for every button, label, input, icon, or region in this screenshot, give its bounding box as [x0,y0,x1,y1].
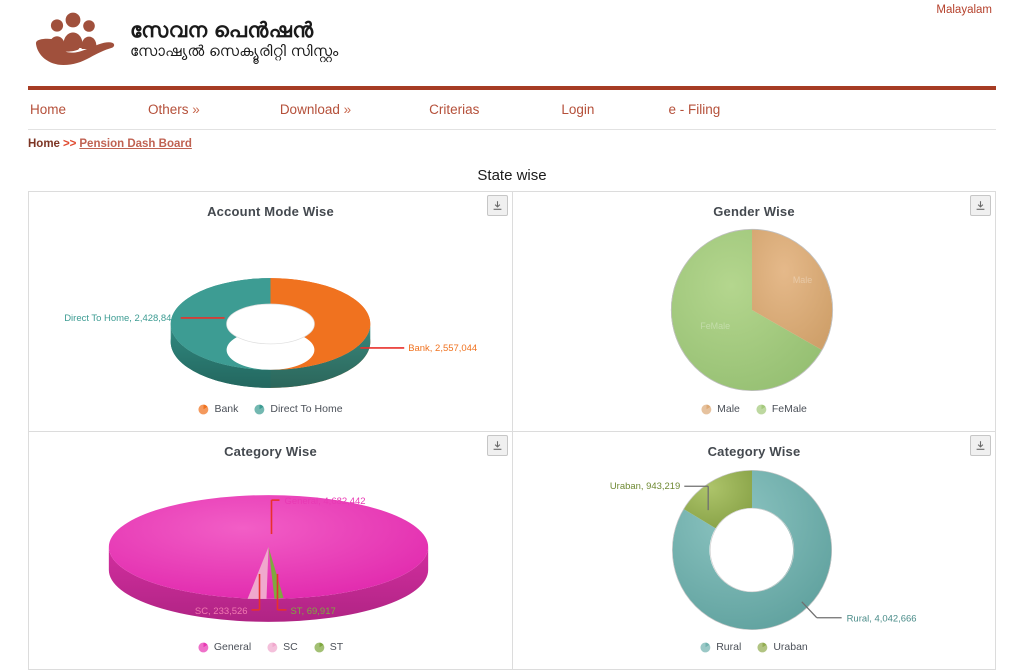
chart-card-category-wise-region: Category Wise Uraban, 943,219 Rural, 4,0… [512,431,996,670]
breadcrumb-current[interactable]: Pension Dash Board [79,138,191,150]
nav-item-login[interactable]: Login [561,102,594,117]
download-export-icon[interactable] [970,435,991,456]
legend-label: Rural [716,641,742,653]
chart-legend: Male FeMale [513,403,995,415]
pension-dashboard-page: Malayalam സേവന പെൻഷൻ സോഷ്യൽ സെക്യൂരിറ്റി… [0,0,1024,670]
breadcrumb-home[interactable]: Home [28,138,60,150]
breadcrumb-separator: >> [62,138,77,150]
download-export-icon[interactable] [487,195,508,216]
legend-item-bank[interactable]: Bank [198,403,238,415]
chart-inner-label: Male [793,275,812,285]
page-title: State wise [477,167,547,184]
legend-item-male[interactable]: Male [701,403,740,415]
chart-plot-area: General, 4,682,442 SC, 233,526 ST, 69,91… [29,462,512,637]
chart-callout-label: ST, 69,917 [290,606,335,617]
chart-title: Account Mode Wise [207,204,334,219]
legend-label: Direct To Home [270,403,343,415]
chart-callout-label: Uraban, 943,219 [610,481,680,492]
chart-card-account-mode-wise: Account Mode Wise Direct To Home, 2,428,… [28,191,512,431]
main-navigation: Home Others » Download » Criterias Login… [28,90,996,130]
legend-item-female[interactable]: FeMale [756,403,807,415]
pie-marker-icon [314,642,325,652]
pie-marker-icon [198,642,209,652]
chart-plot-area: Direct To Home, 2,428,841 Bank, 2,557,04… [29,222,512,397]
nav-item-download[interactable]: Download » [280,102,351,117]
legend-item-general[interactable]: General [198,641,251,653]
legend-label: FeMale [771,403,807,415]
pie-marker-icon [267,642,278,652]
legend-label: General [213,641,252,653]
nav-item-home[interactable]: Home [30,102,66,117]
download-export-icon[interactable] [487,435,508,456]
logo-block[interactable]: സേവന പെൻഷൻ സോഷ്യൽ സെക്യൂരിറ്റി സിസ്റ്റം [30,8,339,70]
chart-callout-label: SC, 233,526 [195,606,248,617]
chart-legend: General SC ST [29,641,512,653]
legend-item-st[interactable]: ST [314,641,343,653]
chevron-right-icon: » [343,102,352,117]
chart-callout-label: Direct To Home, 2,428,841 [64,313,176,324]
chart-title: Category Wise [224,444,317,459]
chart-title: Category Wise [707,444,801,459]
legend-label: SC [283,641,298,653]
pie-marker-icon [701,404,712,414]
download-export-icon[interactable] [970,195,991,216]
legend-label: ST [329,641,344,653]
chart-legend: Rural Uraban [513,641,995,653]
breadcrumb: Home >> Pension Dash Board [28,138,192,150]
hand-holding-people-logo [35,12,115,65]
site-title: സേവന പെൻഷൻ [130,18,314,42]
legend-item-sc[interactable]: SC [267,641,298,653]
legend-label: Male [717,403,740,415]
legend-label: Bank [214,403,239,415]
chart-title: Gender Wise [713,204,795,219]
pie-marker-icon [757,642,768,652]
charts-grid: Account Mode Wise Direct To Home, 2,428,… [28,191,996,670]
chart-plot-area: Uraban, 943,219 Rural, 4,042,666 [513,462,995,637]
legend-item-rural[interactable]: Rural [700,641,741,653]
logo-text-block: സേവന പെൻഷൻ സോഷ്യൽ സെക്യൂരിറ്റി സിസ്റ്റം [130,17,339,61]
chart-plot-area: Male FeMale [513,222,995,397]
nav-item-others[interactable]: Others » [148,102,200,117]
chart-callout-label: Bank, 2,557,044 [408,343,477,354]
chart-inner-label: FeMale [700,321,730,331]
chart-legend: Bank Direct To Home [29,403,512,415]
nav-item-e-filing[interactable]: e - Filing [668,102,720,117]
chart-callout-label: Rural, 4,042,666 [847,614,917,625]
site-subtitle: സോഷ്യൽ സെക്യൂരിറ്റി സിസ്റ്റം [130,43,339,61]
nav-item-criterias[interactable]: Criterias [429,102,479,117]
pie-marker-icon [700,642,711,652]
chart-card-gender-wise: Gender Wise Male FeMale Male FeMale [512,191,996,431]
chart-card-category-wise-social: Category Wise General, 4,682,442 SC, 233… [28,431,512,670]
pie-marker-icon [756,404,767,414]
legend-item-uraban[interactable]: Uraban [757,641,808,653]
pie-marker-icon [198,404,209,414]
chart-callout-label: General, 4,682,442 [284,496,365,507]
pie-marker-icon [254,404,265,414]
chevron-right-icon: » [192,102,200,117]
legend-item-direct-to-home[interactable]: Direct To Home [254,403,343,415]
site-header: സേവന പെൻഷൻ സോഷ്യൽ സെക്യൂരിറ്റി സിസ്റ്റം [0,0,1024,86]
legend-label: Uraban [773,641,808,653]
